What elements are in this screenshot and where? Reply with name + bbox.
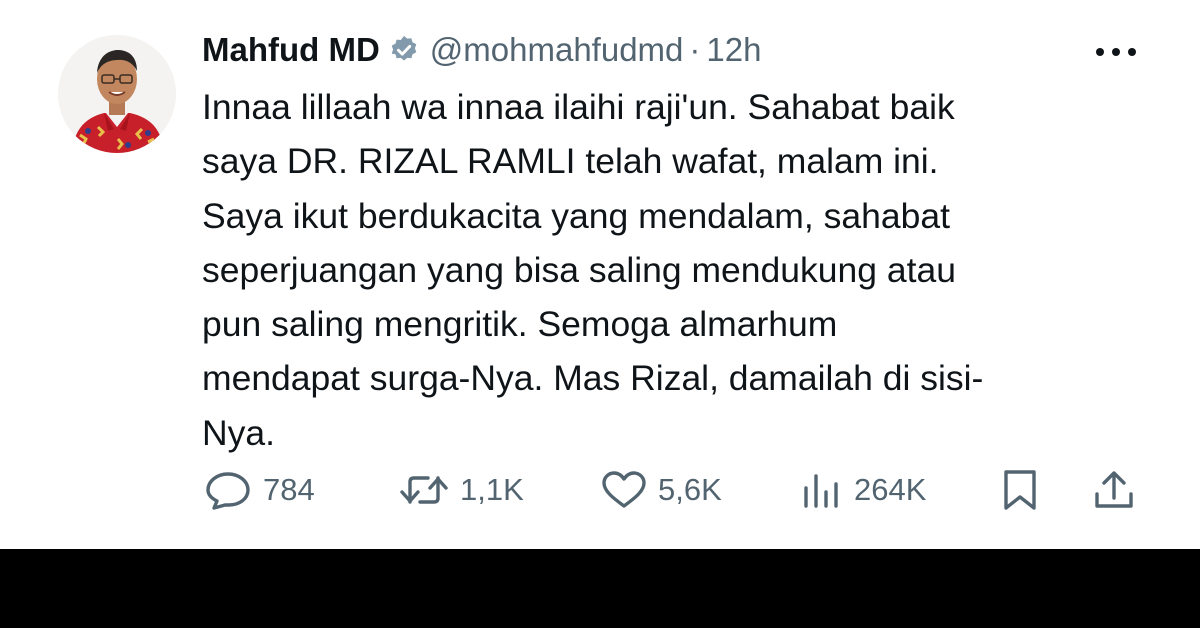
tweet-card: Mahfud MD @mohmahfudmd · 12h Innaa lilla… bbox=[0, 0, 1200, 549]
like-count: 5,6K bbox=[658, 472, 722, 507]
author-name[interactable]: Mahfud MD bbox=[202, 31, 380, 69]
author-handle[interactable]: @mohmahfudmd bbox=[430, 31, 684, 69]
views-count: 264K bbox=[854, 472, 927, 507]
avatar-image bbox=[58, 35, 176, 153]
header-separator: · bbox=[689, 31, 701, 68]
tweet-text: Innaa lillaah wa innaa ilaihi raji'un. S… bbox=[202, 80, 1132, 460]
bottom-black-band bbox=[0, 549, 1200, 628]
share-button[interactable] bbox=[1092, 466, 1136, 514]
reply-button[interactable]: 784 bbox=[203, 466, 315, 514]
more-dots-icon bbox=[1096, 48, 1136, 56]
share-upload-icon bbox=[1095, 471, 1133, 508]
repost-button[interactable]: 1,1K bbox=[398, 466, 524, 514]
tweet-text-line: Saya ikut berdukacita yang mendalam, sah… bbox=[202, 195, 950, 236]
tweet-text-line: Innaa lillaah wa innaa ilaihi raji'un. S… bbox=[202, 87, 955, 127]
tweet-header: Mahfud MD @mohmahfudmd · 12h bbox=[202, 28, 761, 72]
more-options-button[interactable] bbox=[1092, 36, 1140, 68]
repost-arrows-icon bbox=[400, 476, 448, 504]
verified-badge-icon bbox=[388, 34, 420, 66]
heart-icon bbox=[602, 471, 646, 508]
reply-bubble-icon bbox=[206, 472, 250, 510]
tweet-text-line: seperjuangan yang bisa saling mendukung … bbox=[202, 249, 956, 290]
repost-count: 1,1K bbox=[460, 472, 524, 507]
bookmark-button[interactable] bbox=[998, 466, 1042, 514]
tweet-text-line: pun saling mengritik. Semoga almarhum bbox=[202, 304, 838, 345]
views-button[interactable]: 264K bbox=[800, 466, 926, 514]
avatar[interactable] bbox=[58, 35, 176, 153]
reply-count: 784 bbox=[263, 472, 315, 507]
tweet-text-line: Nya. bbox=[202, 412, 275, 453]
bar-chart-icon bbox=[804, 474, 838, 508]
tweet-text-line: mendapat surga-Nya. Mas Rizal, damailah … bbox=[202, 358, 984, 399]
bookmark-icon bbox=[1004, 470, 1036, 510]
like-button[interactable]: 5,6K bbox=[600, 466, 722, 514]
tweet-text-line: saya DR. RIZAL RAMLI telah wafat, malam … bbox=[202, 141, 939, 182]
tweet-timestamp[interactable]: 12h bbox=[706, 31, 761, 69]
